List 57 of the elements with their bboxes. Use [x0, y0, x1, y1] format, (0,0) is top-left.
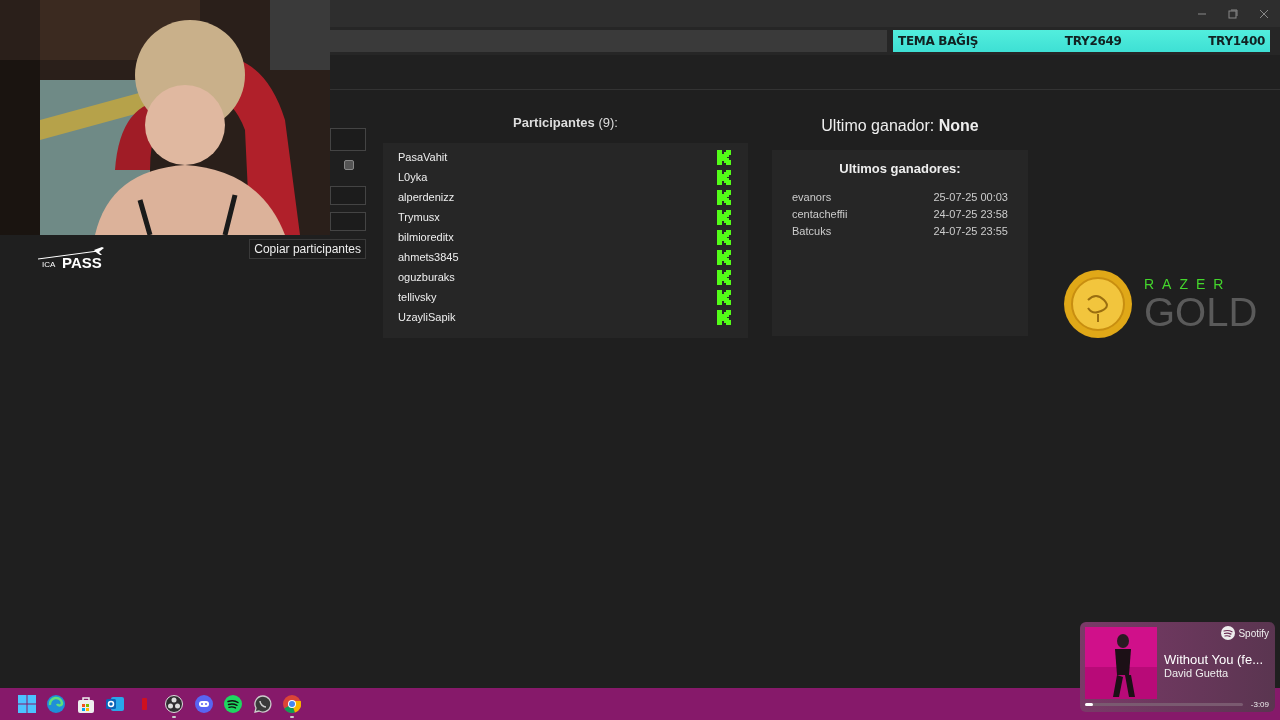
k-icon — [717, 189, 731, 205]
k-icon — [717, 169, 731, 185]
winner-name: evanors — [792, 191, 832, 205]
source-text: Spotify — [1238, 627, 1269, 639]
globe-icon[interactable] — [283, 695, 302, 713]
k-icon — [717, 209, 731, 225]
k-icon — [717, 149, 731, 165]
participants-heading: Participantes (9): — [512, 115, 619, 132]
k-icon — [717, 229, 731, 245]
participant-name: ahmets3845 — [398, 251, 459, 263]
logo-text: PASS — [62, 255, 102, 271]
logo-small-text: ICA — [42, 260, 56, 269]
k-icon — [717, 289, 731, 305]
brand-text: RAZER — [1144, 276, 1233, 292]
winner-time: 24-07-25 23:55 — [933, 225, 1008, 239]
participant-name: PasaVahit — [398, 151, 448, 163]
track-title: Without You (fe... — [1164, 652, 1264, 667]
participant-name: oguzburaks — [398, 271, 455, 283]
winner-time: 24-07-25 23:58 — [933, 208, 1008, 222]
music-icon[interactable] — [224, 695, 243, 713]
participant-name: Trymusx — [398, 211, 440, 223]
restore-icon[interactable] — [1228, 8, 1238, 19]
aperture-icon[interactable] — [165, 695, 184, 713]
input-field[interactable] — [330, 212, 366, 231]
winner-name: centacheffii — [792, 208, 848, 222]
phone-icon[interactable] — [253, 695, 272, 713]
k-icon — [717, 269, 731, 285]
close-icon[interactable] — [1259, 8, 1269, 19]
participant-name: alperdenizz — [398, 191, 455, 203]
mail-icon[interactable] — [106, 696, 125, 712]
donation-amount: TRY1400 — [1208, 34, 1265, 48]
coin-icon — [1064, 270, 1132, 338]
checkbox[interactable] — [344, 160, 354, 170]
input-field[interactable] — [330, 128, 366, 151]
k-icon — [717, 249, 731, 265]
browser-icon[interactable] — [47, 695, 66, 713]
participant-name: tellivsky — [398, 291, 437, 303]
product-text: GOLD — [1144, 292, 1258, 332]
copy-participants-button[interactable]: Copiar participantes — [249, 239, 366, 259]
windows-icon[interactable] — [17, 695, 36, 713]
last-winner-text: Ultimo ganador: None — [820, 116, 980, 136]
winner-time: 25-07-25 00:03 — [933, 191, 1008, 205]
chat-icon[interactable] — [194, 695, 213, 713]
winners-heading: Ultimos ganadores: — [838, 161, 962, 176]
input-field[interactable] — [330, 186, 366, 205]
donation-goal: TRY2649 — [1064, 34, 1122, 48]
participant-name: L0yka — [398, 171, 428, 183]
music-icon — [1221, 626, 1236, 640]
participant-name: UzayliSapik — [398, 311, 456, 323]
bag-icon[interactable] — [77, 695, 94, 713]
participant-name: bilmioreditx — [398, 231, 454, 243]
donation-title: TEMA BAĞIŞ — [898, 34, 979, 48]
k-icon — [717, 309, 731, 325]
airplane-icon — [38, 246, 106, 260]
track-artist: David Guetta — [1164, 667, 1230, 679]
remaining-time: -3:09 — [1250, 700, 1269, 709]
winner-name: Batcuks — [792, 225, 832, 239]
